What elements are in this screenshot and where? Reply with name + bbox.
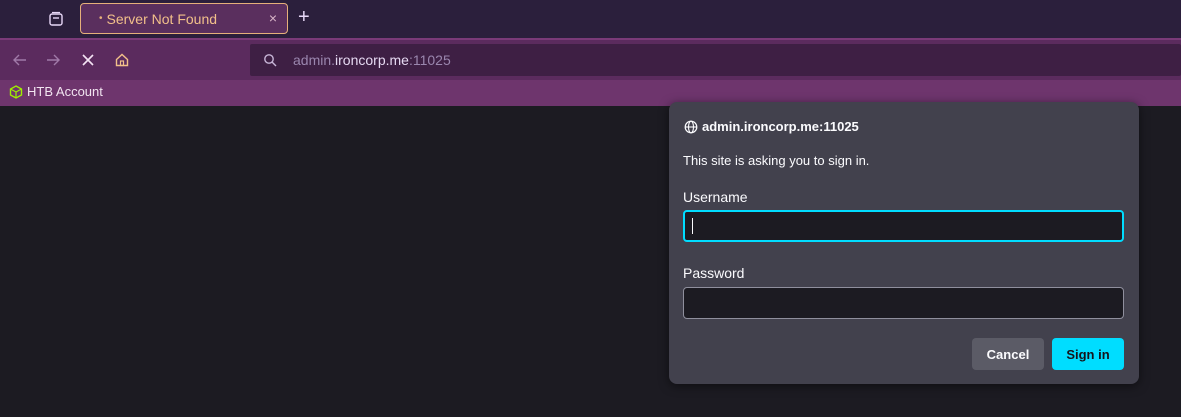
forward-button[interactable] [42, 49, 64, 71]
url-host-prefix: admin. [293, 52, 336, 68]
url-host-domain: ironcorp.me [335, 52, 409, 68]
text-caret [692, 218, 693, 234]
tab-overview-button[interactable] [44, 7, 68, 31]
stop-x-icon [82, 54, 94, 66]
globe-icon [683, 119, 698, 134]
new-tab-button[interactable]: + [298, 7, 310, 27]
password-field[interactable] [683, 287, 1124, 319]
search-icon [262, 52, 278, 68]
auth-dialog: admin.ironcorp.me:11025 This site is ask… [669, 102, 1139, 384]
htb-cube-icon [9, 84, 23, 99]
forward-arrow-icon [47, 54, 60, 66]
tab-loading-dot: • [99, 13, 103, 24]
tab-close-icon[interactable]: × [269, 10, 277, 26]
back-arrow-icon [13, 54, 26, 66]
sign-in-button[interactable]: Sign in [1052, 338, 1124, 370]
nav-bar: admin.ironcorp.me:11025 [0, 38, 1181, 80]
stop-button[interactable] [77, 49, 99, 71]
bookmark-htb-account[interactable]: HTB Account [9, 84, 103, 99]
username-field[interactable] [683, 210, 1124, 242]
url-text: admin.ironcorp.me:11025 [293, 52, 451, 68]
tab-overview-icon [49, 11, 63, 26]
tab-server-not-found[interactable]: • Server Not Found × [80, 3, 288, 34]
tab-title: Server Not Found [106, 10, 218, 27]
tab-strip: • Server Not Found × + [0, 0, 1181, 38]
password-label: Password [683, 265, 745, 281]
cancel-button[interactable]: Cancel [972, 338, 1044, 370]
dialog-message: This site is asking you to sign in. [683, 153, 870, 168]
back-button[interactable] [9, 49, 31, 71]
home-button[interactable] [111, 49, 133, 71]
url-port: :11025 [408, 52, 451, 68]
url-bar[interactable]: admin.ironcorp.me:11025 [250, 44, 1181, 76]
bookmark-label: HTB Account [27, 84, 103, 99]
username-label: Username [683, 189, 748, 205]
home-icon [115, 53, 129, 67]
dialog-host-text: admin.ironcorp.me:11025 [702, 119, 859, 134]
dialog-host: admin.ironcorp.me:11025 [683, 119, 859, 134]
